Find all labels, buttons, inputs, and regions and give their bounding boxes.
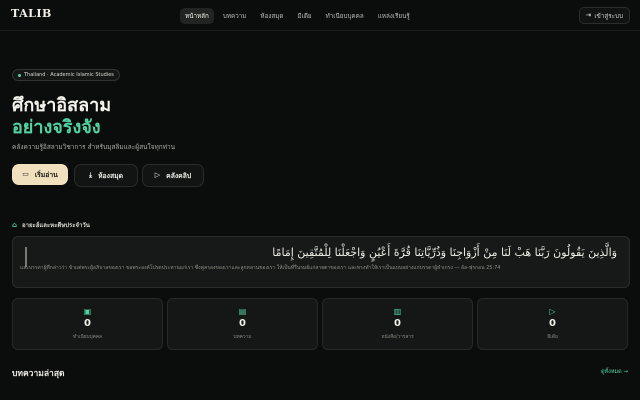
stat-label: หนังสือ/วารสาร <box>381 335 414 340</box>
login-label: เข้าสู่ระบบ <box>594 12 623 20</box>
site-logo[interactable]: TALIB <box>11 7 52 20</box>
nav-media[interactable]: มีเดีย <box>293 8 317 24</box>
hero-badge-text: Thailand · Academic Islamic Studies <box>24 72 114 78</box>
play-circle-icon: ▷ <box>154 171 161 179</box>
stat-card-articles[interactable]: ▤ 0 บทความ <box>167 298 318 350</box>
stat-card-media[interactable]: ▷ 0 มีเดีย <box>477 298 628 350</box>
stat-card-people[interactable]: ▣ 0 ทำเนียบบุคคล <box>12 298 163 350</box>
stat-label: มีเดีย <box>547 335 558 340</box>
hero-subtitle: คลังความรู้อิสลามวิชาการ สำหรับมุสลิมและ… <box>12 143 176 151</box>
start-reading-label: เริ่มอ่าน <box>34 171 58 179</box>
clips-button[interactable]: ▷ คลังคลิป <box>142 164 204 187</box>
library-label: ห้องสมุด <box>98 172 124 180</box>
bookmark-icon: ⌂ <box>12 220 18 229</box>
daily-heading-text: อายะฮ์และหะดีษประจำวัน <box>22 222 90 229</box>
verse-translation: และบรรดาผู้ที่กล่าวว่า ข้าแต่พระผู้อภิบา… <box>20 265 501 271</box>
top-navbar: TALIB หน้าหลัก บทความ ห้องสมุด มีเดีย ทำ… <box>0 0 640 31</box>
nav-resources[interactable]: แหล่งเรียนรู้ <box>373 8 415 24</box>
book-icon: ▥ <box>393 307 402 316</box>
nav-directory[interactable]: ทำเนียบบุคคล <box>321 8 369 24</box>
stat-value: 0 <box>84 318 91 329</box>
library-button[interactable]: ⤓ ห้องสมุด <box>74 164 138 187</box>
stat-value: 0 <box>394 318 401 329</box>
status-dot-icon <box>18 73 21 77</box>
clips-label: คลังคลิป <box>166 172 192 180</box>
login-button[interactable]: ⇥ เข้าสู่ระบบ <box>578 7 630 24</box>
person-icon: ▣ <box>83 307 92 316</box>
nav-library[interactable]: ห้องสมุด <box>255 8 288 24</box>
article-icon: ▤ <box>238 307 247 316</box>
start-reading-button[interactable]: ▭ เริ่มอ่าน <box>12 164 68 185</box>
see-all-link[interactable]: ดูทั้งหมด → <box>601 368 628 376</box>
daily-section-heading: ⌂ อายะฮ์และหะดีษประจำวัน <box>12 220 90 230</box>
daily-verse-card: وَالَّذِينَ يَقُولُونَ رَبَّنَا هَبْ لَن… <box>12 236 630 288</box>
stat-label: ทำเนียบบุคคล <box>72 335 103 340</box>
download-icon: ⤓ <box>88 171 93 179</box>
play-icon: ▷ <box>549 307 556 316</box>
login-icon: ⇥ <box>585 11 592 19</box>
hero-badge: Thailand · Academic Islamic Studies <box>12 69 120 81</box>
main-nav: หน้าหลัก บทความ ห้องสมุด มีเดีย ทำเนียบบ… <box>180 8 415 24</box>
stat-card-books[interactable]: ▥ 0 หนังสือ/วารสาร <box>322 298 473 350</box>
nav-articles[interactable]: บทความ <box>218 8 252 24</box>
nav-home[interactable]: หน้าหลัก <box>180 8 214 24</box>
hero-title-line2: อย่างจริงจัง <box>12 117 101 138</box>
stat-label: บทความ <box>233 335 252 340</box>
arabic-verse: وَالَّذِينَ يَقُولُونَ رَبَّنَا هَبْ لَن… <box>272 246 617 259</box>
stat-value: 0 <box>239 318 246 329</box>
book-open-icon: ▭ <box>22 170 29 178</box>
latest-articles-heading: บทความล่าสุด <box>12 369 65 379</box>
stat-value: 0 <box>549 318 556 329</box>
